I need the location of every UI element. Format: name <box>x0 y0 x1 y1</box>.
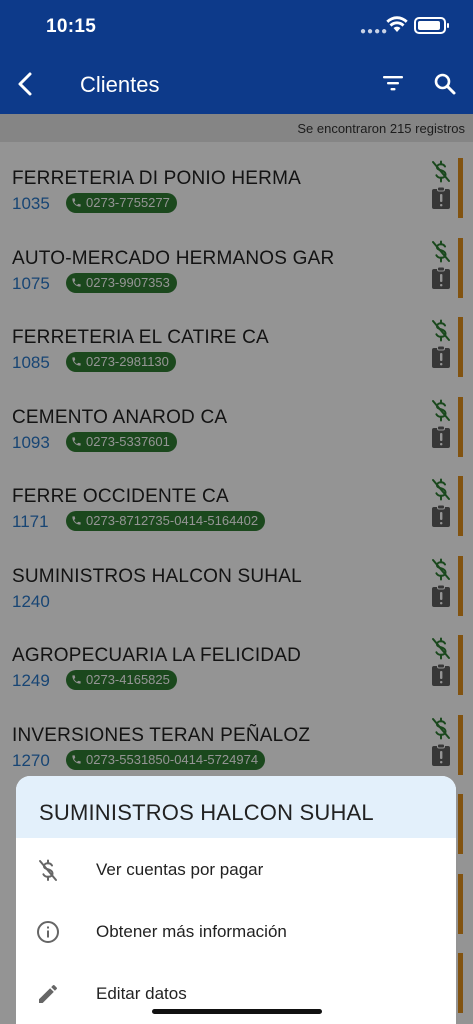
signal-dots-icon: ●●●● <box>360 26 389 37</box>
action-sheet-title: SUMINISTROS HALCON SUHAL <box>16 776 456 838</box>
edit-icon <box>39 985 57 1003</box>
edit-data-label: Editar datos <box>96 984 187 1003</box>
page-title: Clientes <box>80 72 160 97</box>
app-bar: Clientes <box>0 56 473 114</box>
money-off-icon <box>39 859 57 881</box>
home-indicator <box>152 1009 322 1014</box>
more-info-label: Obtener más información <box>96 922 287 941</box>
wifi-icon <box>386 16 408 32</box>
more-info-option[interactable]: Obtener más información <box>16 900 456 962</box>
edit-data-option[interactable]: Editar datos <box>16 962 456 1024</box>
info-icon <box>37 921 59 943</box>
action-sheet: SUMINISTROS HALCON SUHAL Ver cuentas por… <box>16 776 456 1024</box>
status-time: 10:15 <box>46 16 97 37</box>
view-payables-label: Ver cuentas por pagar <box>96 860 264 879</box>
search-icon[interactable] <box>433 72 457 96</box>
battery-icon <box>414 17 449 34</box>
back-arrow-icon[interactable] <box>14 70 38 98</box>
status-bar: 10:15 ●●●● <box>0 0 473 56</box>
filter-icon[interactable] <box>382 72 404 94</box>
view-payables-option[interactable]: Ver cuentas por pagar <box>16 838 456 900</box>
